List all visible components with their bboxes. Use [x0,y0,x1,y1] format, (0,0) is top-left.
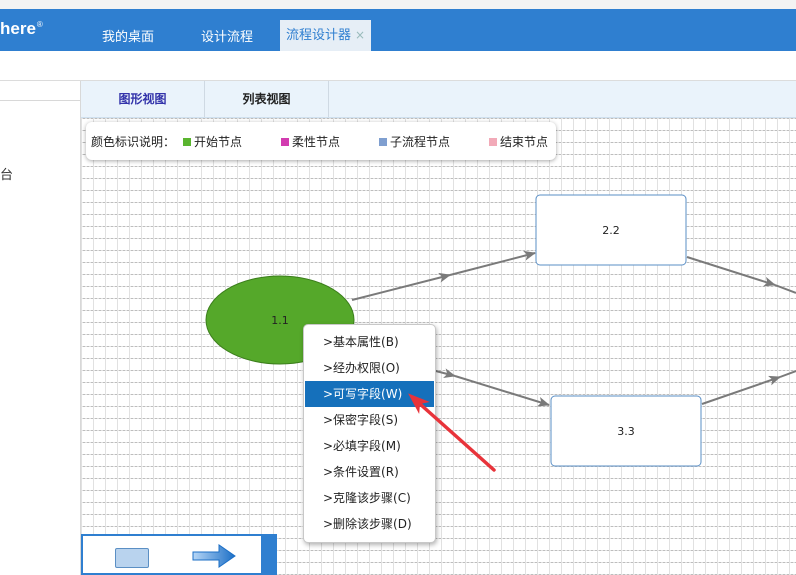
annotation-arrow-icon [408,393,496,472]
annotation-overlay [408,393,496,472]
